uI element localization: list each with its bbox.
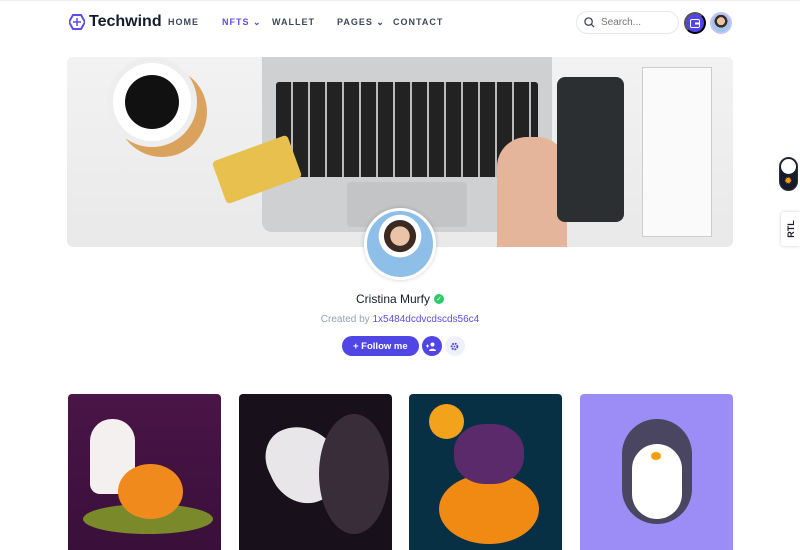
verified-icon: ✓ [434, 294, 444, 304]
add-friend-button[interactable] [421, 336, 442, 356]
theme-toggle[interactable]: ✹ [779, 157, 798, 191]
search-box [576, 11, 679, 34]
nft-card-skull-horse[interactable] [239, 394, 392, 550]
gear-icon [450, 342, 459, 350]
nft-card-ghost-pumpkin[interactable] [68, 394, 221, 550]
nav-nfts-label: NFTS [222, 17, 250, 27]
nav-home[interactable]: HOME [168, 17, 199, 27]
search-input[interactable] [601, 17, 671, 28]
profile-avatar [364, 208, 436, 280]
settings-button[interactable] [444, 336, 465, 356]
coffee-cup [107, 57, 197, 147]
chevron-down-icon: ⌄ [253, 17, 262, 27]
creator-address-link[interactable]: 1x5484dcdvcdscds56c4 [372, 314, 479, 325]
logo-icon [69, 14, 85, 30]
rtl-label: RTL [785, 220, 796, 238]
phone [557, 77, 624, 222]
notebook [642, 67, 712, 237]
top-navbar: Techwind HOME NFTS ⌄ WALLET PAGES ⌄ CONT… [0, 0, 800, 44]
nav-nfts[interactable]: NFTS ⌄ [222, 17, 262, 28]
profile-actions: + Follow me [342, 336, 465, 356]
created-by-label: Created by [320, 314, 370, 325]
nft-card-cat-pumpkin[interactable] [409, 394, 562, 550]
nav-pages[interactable]: PAGES ⌄ [337, 17, 385, 28]
rtl-toggle[interactable]: RTL [781, 212, 800, 246]
nav-contact[interactable]: CONTACT [393, 17, 443, 27]
brand-logo[interactable]: Techwind [69, 13, 162, 31]
profile-name-row: Cristina Murfy ✓ [0, 292, 800, 306]
user-avatar[interactable] [710, 12, 732, 34]
follow-button[interactable]: + Follow me [342, 336, 419, 356]
nav-wallet[interactable]: WALLET [272, 17, 315, 27]
user-plus-icon [426, 342, 437, 351]
chevron-down-icon: ⌄ [376, 17, 385, 27]
creator-line: Created by 1x5484dcdvcdscds56c4 [0, 314, 800, 325]
wallet-icon [690, 18, 700, 28]
brand-name: Techwind [89, 13, 162, 30]
sun-icon: ✹ [784, 176, 793, 187]
nft-card-penguin[interactable] [580, 394, 733, 550]
nav-pages-label: PAGES [337, 17, 373, 27]
wallet-button[interactable] [684, 12, 706, 34]
search-icon [584, 17, 595, 28]
profile-name: Cristina Murfy [355, 292, 430, 306]
